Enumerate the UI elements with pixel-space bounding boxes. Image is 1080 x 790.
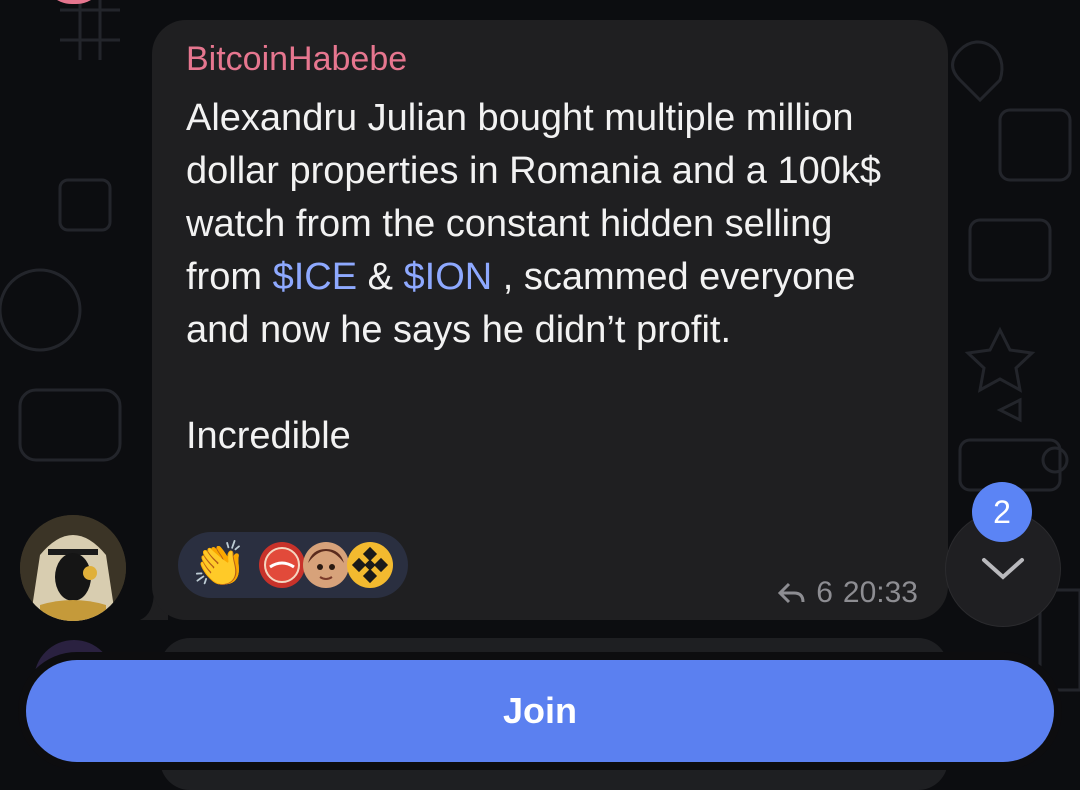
sender-name[interactable]: BitcoinHabebe: [186, 40, 407, 79]
message-bubble[interactable]: BitcoinHabebe Alexandru Julian bought mu…: [152, 20, 948, 620]
dude-bottle-cap-icon: [259, 542, 305, 588]
forward-count: 6: [816, 576, 833, 609]
clapping-hands-icon: 👏: [192, 540, 247, 589]
message-meta: 6 20:33: [778, 576, 918, 610]
binance-logo-icon: [347, 542, 393, 588]
forward-icon: [778, 582, 805, 604]
unread-count-badge: 2: [972, 482, 1032, 542]
reactions-pill[interactable]: 👏: [178, 532, 408, 598]
message-time: 20:33: [842, 576, 918, 609]
mention-ice[interactable]: $ICE: [273, 256, 357, 298]
mention-ion[interactable]: $ION: [404, 256, 493, 298]
sender-avatar-image: [20, 515, 126, 621]
join-button[interactable]: Join: [26, 660, 1054, 762]
message-text-part: &: [357, 256, 404, 298]
cartoon-avatar-icon: [303, 542, 349, 588]
join-bar: Join: [18, 652, 1062, 770]
sender-avatar[interactable]: [20, 515, 126, 621]
message-text: Alexandru Julian bought multiple million…: [186, 92, 916, 463]
message-text-final: Incredible: [186, 415, 351, 457]
